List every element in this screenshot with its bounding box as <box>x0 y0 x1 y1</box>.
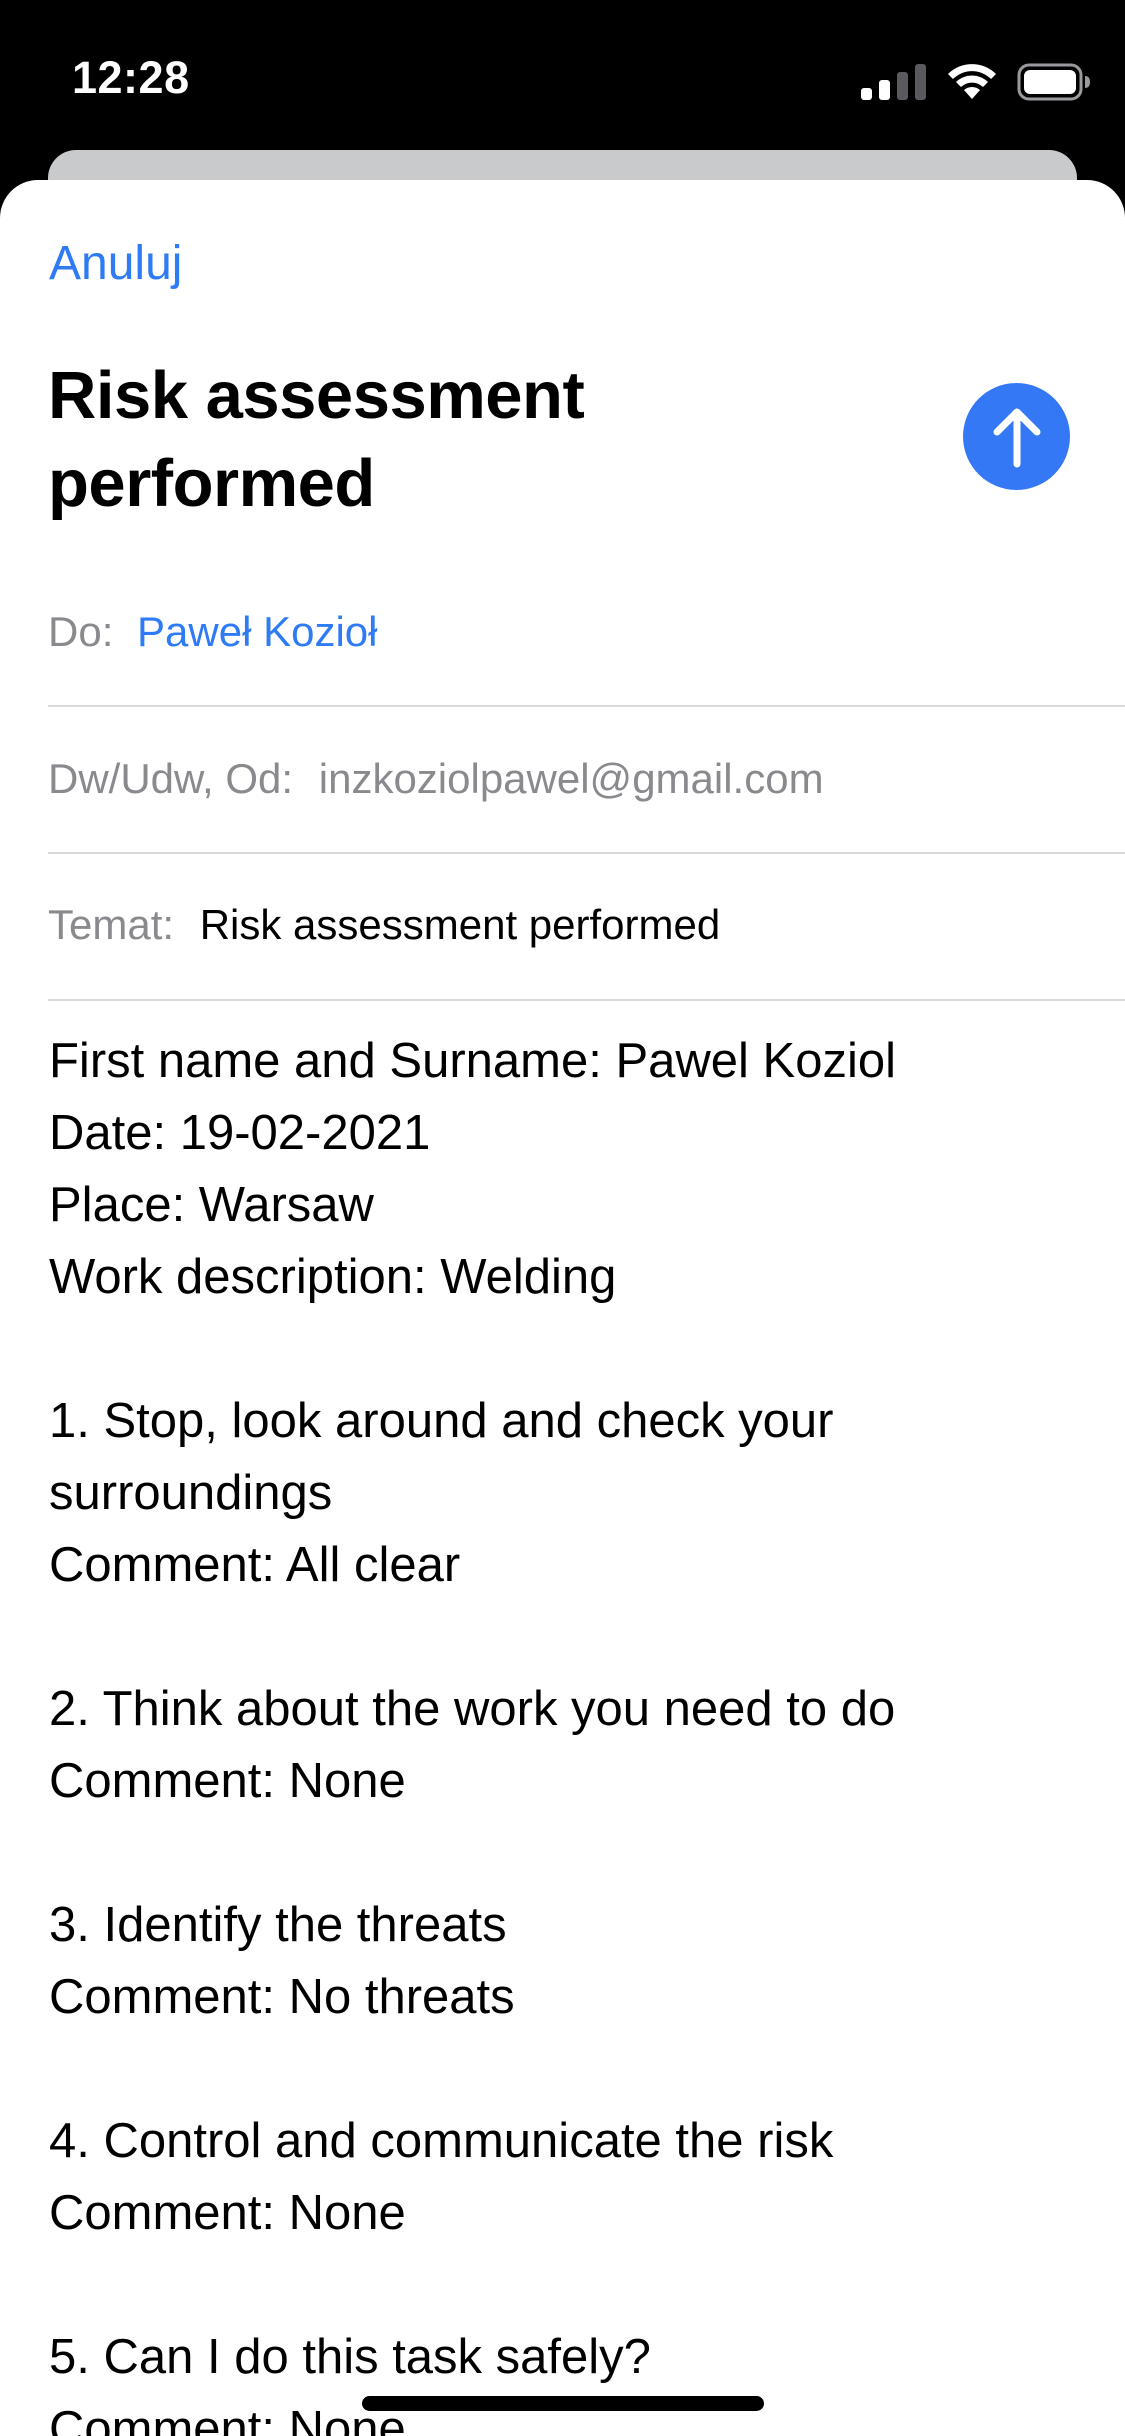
subject-field[interactable]: Temat: Risk assessment performed <box>48 901 1125 949</box>
to-recipient[interactable]: Paweł Kozioł <box>137 608 377 655</box>
body-line: Comment: All clear <box>49 1538 461 1592</box>
body-line: 1. Stop, look around and check your <box>49 1394 834 1448</box>
status-time: 12:28 <box>72 52 190 103</box>
compose-sheet: Anuluj Risk assessment performed Do: Paw… <box>0 180 1125 2436</box>
divider <box>48 999 1125 1001</box>
arrow-up-icon <box>993 408 1040 467</box>
send-button[interactable] <box>963 383 1070 490</box>
body-line: 4. Control and communicate the risk <box>49 2114 834 2168</box>
from-address[interactable]: inzkoziolpawel@gmail.com <box>319 755 824 802</box>
body-line: Work description: Welding <box>49 1250 617 1304</box>
status-icons <box>857 60 1091 104</box>
body-line <box>49 1601 1089 1673</box>
body-line: Comment: None <box>49 2186 406 2240</box>
cellular-signal-icon <box>861 64 926 100</box>
to-field[interactable]: Do: Paweł Kozioł <box>48 608 1125 656</box>
body-line: Comment: No threats <box>49 1970 515 2024</box>
body-line: 3. Identify the threats <box>49 1898 507 1952</box>
compose-title: Risk assessment performed <box>48 358 585 521</box>
wifi-icon <box>948 64 996 99</box>
body-line: Comment: None <box>49 1754 406 1808</box>
status-bar: 12:28 <box>0 0 1125 150</box>
divider <box>48 705 1125 707</box>
to-label: Do: <box>48 608 114 655</box>
body-line <box>49 1817 1089 1889</box>
body-line: First name and Surname: Pawel Koziol <box>49 1034 896 1088</box>
subject-label: Temat: <box>48 901 175 948</box>
body-line: surroundings <box>49 1466 333 1520</box>
body-line <box>49 2249 1089 2321</box>
home-indicator[interactable] <box>362 2396 764 2411</box>
divider <box>48 852 1125 854</box>
body-line: 5. Can I do this task safely? <box>49 2330 651 2384</box>
body-line: Place: Warsaw <box>49 1178 374 1232</box>
battery-icon <box>1017 63 1090 101</box>
message-body[interactable]: First name and Surname: Pawel Koziol Dat… <box>49 1025 1089 2436</box>
cc-from-label: Dw/Udw, Od: <box>48 755 294 802</box>
body-line <box>49 2033 1089 2105</box>
cancel-button[interactable]: Anuluj <box>49 236 182 291</box>
subject-input[interactable]: Risk assessment performed <box>200 901 721 948</box>
body-line: Date: 19-02-2021 <box>49 1106 431 1160</box>
body-line: 2. Think about the work you need to do <box>49 1682 896 1736</box>
cc-from-field[interactable]: Dw/Udw, Od: inzkoziolpawel@gmail.com <box>48 755 1125 803</box>
body-line <box>49 1313 1089 1385</box>
